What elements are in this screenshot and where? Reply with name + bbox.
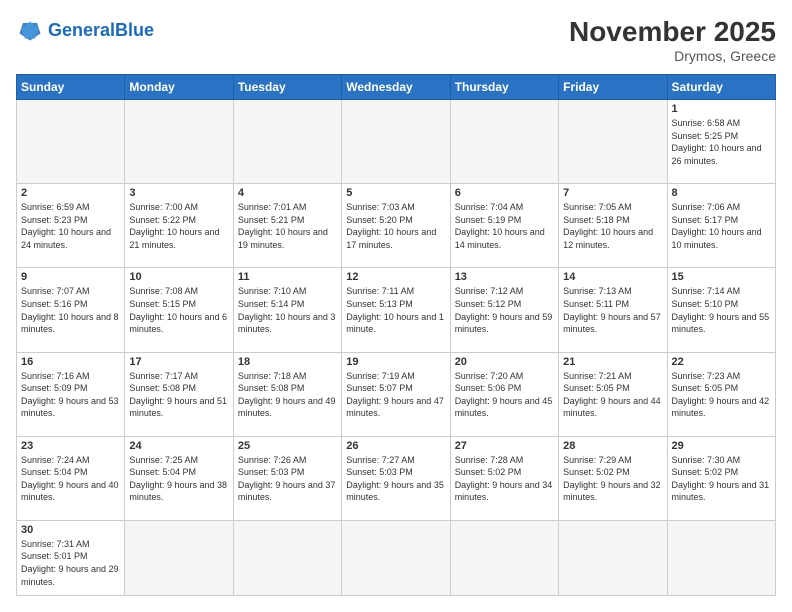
header-friday: Friday (559, 75, 667, 100)
day-14: 14 Sunrise: 7:13 AMSunset: 5:11 PMDaylig… (559, 268, 667, 352)
calendar-table: Sunday Monday Tuesday Wednesday Thursday… (16, 74, 776, 596)
day-23: 23 Sunrise: 7:24 AMSunset: 5:04 PMDaylig… (17, 436, 125, 520)
logo-general: General (48, 20, 115, 40)
header-saturday: Saturday (667, 75, 775, 100)
logo-text: GeneralBlue (48, 21, 154, 39)
day-10: 10 Sunrise: 7:08 AMSunset: 5:15 PMDaylig… (125, 268, 233, 352)
empty-cell (125, 100, 233, 184)
day-2: 2 Sunrise: 6:59 AMSunset: 5:23 PMDayligh… (17, 184, 125, 268)
day-20: 20 Sunrise: 7:20 AMSunset: 5:06 PMDaylig… (450, 352, 558, 436)
header-tuesday: Tuesday (233, 75, 341, 100)
day-30: 30 Sunrise: 7:31 AMSunset: 5:01 PMDaylig… (17, 520, 125, 595)
header-monday: Monday (125, 75, 233, 100)
weekday-header-row: Sunday Monday Tuesday Wednesday Thursday… (17, 75, 776, 100)
calendar-row-2: 2 Sunrise: 6:59 AMSunset: 5:23 PMDayligh… (17, 184, 776, 268)
empty-cell (559, 100, 667, 184)
day-26: 26 Sunrise: 7:27 AMSunset: 5:03 PMDaylig… (342, 436, 450, 520)
empty-cell (450, 100, 558, 184)
day-22: 22 Sunrise: 7:23 AMSunset: 5:05 PMDaylig… (667, 352, 775, 436)
logo: GeneralBlue (16, 16, 154, 44)
day-21: 21 Sunrise: 7:21 AMSunset: 5:05 PMDaylig… (559, 352, 667, 436)
calendar-row-1: 1 Sunrise: 6:58 AMSunset: 5:25 PMDayligh… (17, 100, 776, 184)
day-13: 13 Sunrise: 7:12 AMSunset: 5:12 PMDaylig… (450, 268, 558, 352)
day-18: 18 Sunrise: 7:18 AMSunset: 5:08 PMDaylig… (233, 352, 341, 436)
day-24: 24 Sunrise: 7:25 AMSunset: 5:04 PMDaylig… (125, 436, 233, 520)
day-3: 3 Sunrise: 7:00 AMSunset: 5:22 PMDayligh… (125, 184, 233, 268)
empty-cell (450, 520, 558, 595)
day-12: 12 Sunrise: 7:11 AMSunset: 5:13 PMDaylig… (342, 268, 450, 352)
title-block: November 2025 Drymos, Greece (569, 16, 776, 64)
day-17: 17 Sunrise: 7:17 AMSunset: 5:08 PMDaylig… (125, 352, 233, 436)
empty-cell (342, 100, 450, 184)
header-wednesday: Wednesday (342, 75, 450, 100)
month-title: November 2025 (569, 16, 776, 48)
empty-cell (233, 100, 341, 184)
day-19: 19 Sunrise: 7:19 AMSunset: 5:07 PMDaylig… (342, 352, 450, 436)
day-25: 25 Sunrise: 7:26 AMSunset: 5:03 PMDaylig… (233, 436, 341, 520)
location: Drymos, Greece (569, 48, 776, 64)
empty-cell (233, 520, 341, 595)
header-thursday: Thursday (450, 75, 558, 100)
empty-cell (342, 520, 450, 595)
calendar-row-4: 16 Sunrise: 7:16 AMSunset: 5:09 PMDaylig… (17, 352, 776, 436)
empty-cell (17, 100, 125, 184)
day-5: 5 Sunrise: 7:03 AMSunset: 5:20 PMDayligh… (342, 184, 450, 268)
day-16: 16 Sunrise: 7:16 AMSunset: 5:09 PMDaylig… (17, 352, 125, 436)
day-11: 11 Sunrise: 7:10 AMSunset: 5:14 PMDaylig… (233, 268, 341, 352)
day-1: 1 Sunrise: 6:58 AMSunset: 5:25 PMDayligh… (667, 100, 775, 184)
day-15: 15 Sunrise: 7:14 AMSunset: 5:10 PMDaylig… (667, 268, 775, 352)
day-4: 4 Sunrise: 7:01 AMSunset: 5:21 PMDayligh… (233, 184, 341, 268)
page: GeneralBlue November 2025 Drymos, Greece… (0, 0, 792, 612)
empty-cell (667, 520, 775, 595)
calendar-row-6: 30 Sunrise: 7:31 AMSunset: 5:01 PMDaylig… (17, 520, 776, 595)
day-28: 28 Sunrise: 7:29 AMSunset: 5:02 PMDaylig… (559, 436, 667, 520)
calendar-row-5: 23 Sunrise: 7:24 AMSunset: 5:04 PMDaylig… (17, 436, 776, 520)
day-29: 29 Sunrise: 7:30 AMSunset: 5:02 PMDaylig… (667, 436, 775, 520)
day-9: 9 Sunrise: 7:07 AMSunset: 5:16 PMDayligh… (17, 268, 125, 352)
logo-blue: Blue (115, 20, 154, 40)
logo-icon (16, 16, 44, 44)
day-8: 8 Sunrise: 7:06 AMSunset: 5:17 PMDayligh… (667, 184, 775, 268)
calendar-row-3: 9 Sunrise: 7:07 AMSunset: 5:16 PMDayligh… (17, 268, 776, 352)
empty-cell (125, 520, 233, 595)
header: GeneralBlue November 2025 Drymos, Greece (16, 16, 776, 64)
day-7: 7 Sunrise: 7:05 AMSunset: 5:18 PMDayligh… (559, 184, 667, 268)
empty-cell (559, 520, 667, 595)
day-27: 27 Sunrise: 7:28 AMSunset: 5:02 PMDaylig… (450, 436, 558, 520)
header-sunday: Sunday (17, 75, 125, 100)
day-6: 6 Sunrise: 7:04 AMSunset: 5:19 PMDayligh… (450, 184, 558, 268)
